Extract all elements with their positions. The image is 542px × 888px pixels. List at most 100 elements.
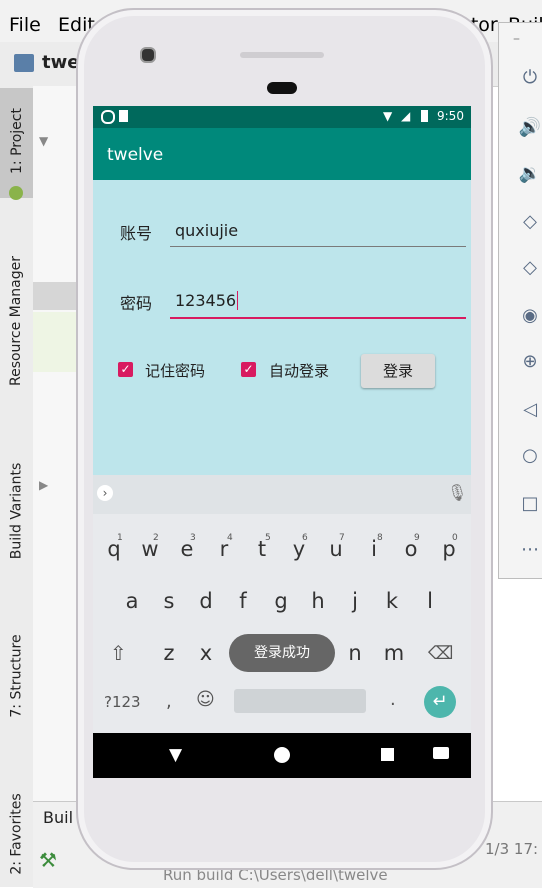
tab-favorites[interactable]: 2: Favorites [0, 786, 33, 881]
key-s[interactable]: s [156, 589, 182, 613]
key-g[interactable]: g [268, 589, 294, 613]
key-m[interactable]: m [381, 641, 407, 665]
key-hint-number: 8 [377, 533, 383, 543]
speaker-grill [240, 52, 324, 58]
password-underline [170, 317, 466, 319]
menu-file[interactable]: File [9, 14, 41, 36]
keyboard-switch-icon[interactable] [433, 747, 449, 759]
account-underline [170, 246, 466, 247]
key-x[interactable]: x [193, 641, 219, 665]
folder-icon [14, 54, 34, 72]
phone-screen: ▼ ◢ 9:50 twelve 账号 quxiujie 密码 123456 ✓ … [93, 106, 471, 778]
minimize-icon[interactable]: – [513, 31, 520, 47]
status-time: 9:50 [437, 109, 464, 123]
zoom-icon[interactable]: ⊕ [518, 350, 542, 374]
comma-key[interactable]: , [166, 691, 172, 712]
password-label: 密码 [120, 294, 153, 313]
account-label: 账号 [120, 224, 153, 243]
backspace-icon[interactable]: ⌫ [428, 643, 453, 664]
emoji-icon[interactable]: ☺ [196, 689, 215, 710]
expand-suggestions-icon[interactable]: › [97, 485, 113, 501]
shift-icon[interactable]: ⇧ [110, 641, 127, 665]
tree-chevron-icon[interactable]: ▶ [39, 478, 48, 492]
back-icon[interactable]: ◁ [518, 398, 542, 422]
key-u[interactable]: u [323, 537, 349, 561]
app-bar: twelve [93, 128, 471, 180]
nav-home-icon[interactable] [274, 747, 290, 763]
overview-icon[interactable]: □ [518, 492, 542, 516]
nav-overview-icon[interactable] [381, 748, 394, 761]
app-title: twelve [107, 145, 164, 165]
symbols-key[interactable]: ?123 [104, 693, 141, 711]
key-hint-number: 2 [153, 533, 159, 543]
ide-left-toolbar: 1: Project Resource Manager Build Varian… [0, 86, 34, 887]
autologin-label[interactable]: 自动登录 [269, 360, 329, 381]
key-r[interactable]: r [211, 537, 237, 561]
build-tab[interactable]: Buil [43, 808, 73, 827]
key-z[interactable]: z [156, 641, 182, 665]
key-a[interactable]: a [119, 589, 145, 613]
key-d[interactable]: d [193, 589, 219, 613]
login-button[interactable]: 登录 [361, 354, 435, 388]
record-icon [101, 110, 115, 124]
tab-project[interactable]: 1: Project [0, 96, 33, 186]
remember-label[interactable]: 记住密码 [145, 360, 205, 381]
key-o[interactable]: o [398, 537, 424, 561]
password-input[interactable]: 123456 [175, 291, 239, 310]
toast-message: 登录成功 [229, 634, 335, 672]
key-f[interactable]: f [230, 589, 256, 613]
home-icon[interactable]: ○ [518, 444, 542, 468]
key-e[interactable]: e [174, 537, 200, 561]
microphone-icon[interactable]: 🎙 [447, 483, 467, 502]
volume-down-icon[interactable]: 🔉 [518, 162, 542, 186]
key-p[interactable]: p [436, 537, 462, 561]
key-n[interactable]: n [342, 641, 368, 665]
front-camera-icon [140, 47, 156, 63]
tab-structure[interactable]: 7: Structure [0, 626, 33, 726]
key-w[interactable]: w [137, 537, 163, 561]
power-icon[interactable]: ⏻ [518, 66, 542, 90]
key-y[interactable]: y [286, 537, 312, 561]
navigation-bar: ▼ [93, 733, 471, 778]
key-q[interactable]: q [101, 537, 127, 561]
key-hint-number: 5 [265, 533, 271, 543]
key-hint-number: 6 [302, 533, 308, 543]
enter-key-icon[interactable]: ↵ [424, 686, 456, 718]
key-hint-number: 7 [339, 533, 345, 543]
soft-keyboard: › 🎙 ⇧ ⌫ ?123 , ☺ . ↵ q1 w2 e3 r4 t5 y6 u7 i8 o9 p… [93, 475, 471, 733]
autologin-checkbox[interactable]: ✓ [241, 362, 256, 377]
key-i[interactable]: i [361, 537, 387, 561]
more-icon[interactable]: ⋯ [518, 538, 542, 562]
key-j[interactable]: j [342, 589, 368, 613]
key-hint-number: 0 [452, 533, 458, 543]
wifi-icon: ▼ [383, 109, 393, 123]
key-l[interactable]: l [417, 589, 443, 613]
space-key[interactable] [234, 689, 366, 713]
build-timestamp: 1/3 17: [485, 840, 539, 858]
login-form: 账号 quxiujie 密码 123456 ✓ 记住密码 ✓ 自动登录 登录 [93, 180, 471, 475]
key-k[interactable]: k [379, 589, 405, 613]
tab-build-variants[interactable]: Build Variants [0, 456, 33, 566]
battery-icon [421, 110, 428, 122]
key-h[interactable]: h [305, 589, 331, 613]
camera-icon[interactable]: ◉ [518, 304, 542, 328]
remember-checkbox[interactable]: ✓ [118, 362, 133, 377]
account-input[interactable]: quxiujie [175, 221, 238, 240]
rotate-left-icon[interactable]: ◇ [518, 210, 542, 234]
volume-up-icon[interactable]: 🔊 [518, 116, 542, 140]
status-bar: ▼ ◢ 9:50 [93, 106, 471, 128]
rotate-right-icon[interactable]: ◇ [518, 256, 542, 280]
key-t[interactable]: t [249, 537, 275, 561]
nav-back-icon[interactable]: ▼ [169, 745, 182, 765]
suggestion-strip: › 🎙 [93, 475, 471, 514]
period-key[interactable]: . [390, 689, 396, 710]
key-hint-number: 1 [117, 533, 123, 543]
proximity-sensor [267, 82, 297, 94]
tab-resource-manager[interactable]: Resource Manager [0, 246, 33, 396]
tree-chevron-icon[interactable]: ▼ [39, 134, 48, 148]
signal-icon: ◢ [401, 109, 411, 123]
key-hint-number: 4 [227, 533, 233, 543]
key-hint-number: 3 [190, 533, 196, 543]
key-hint-number: 9 [414, 533, 420, 543]
hammer-icon[interactable]: ⚒ [39, 848, 57, 872]
